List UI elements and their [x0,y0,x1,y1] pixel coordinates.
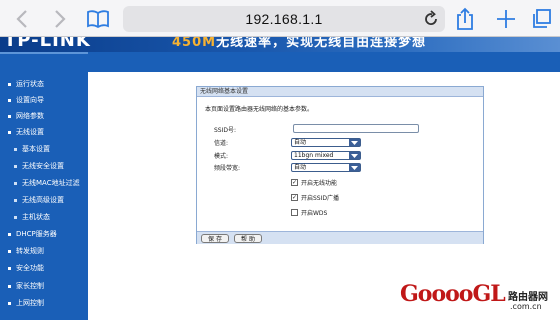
panel-title: 无线网络基本设置 [197,87,483,97]
sidebar-item-label: 安全功能 [16,264,44,272]
chevron-down-icon [349,164,360,171]
sidebar-item-label: 主机状态 [22,213,50,221]
sidebar-item-label: 无线高级设置 [22,196,64,204]
browser-toolbar: 192.168.1.1 [0,0,560,37]
chevron-down-icon [349,139,360,146]
chevron-down-icon [349,152,360,159]
share-button[interactable] [451,5,479,33]
sidebar-item-label: 转发规则 [16,247,44,255]
watermark-brand: GooooGL [400,281,506,307]
help-button[interactable]: 帮 助 [234,234,262,243]
forward-icon [55,10,66,28]
enable-wireless-checkbox[interactable]: ✓ [291,179,298,186]
sidebar-item-label: 无线安全设置 [22,162,64,170]
bookmarks-icon [87,10,109,29]
sidebar-item[interactable]: 基本设置 [14,141,50,157]
sidebar-item-label: 设置向导 [16,96,44,104]
enable-ssid-broadcast-row[interactable]: ✓ 开启SSID广播 [291,193,339,202]
enable-ssid-broadcast-label: 开启SSID广播 [301,195,340,202]
sidebar-nav: 运行状态设置向导网络参数无线设置基本设置无线安全设置无线MAC地址过滤 无线高级设… [0,52,88,320]
sidebar-item[interactable]: 运行状态 [8,76,44,92]
bullet-icon [8,114,11,118]
sidebar-item[interactable]: 家长控制 [8,278,44,294]
bullet-icon [14,181,17,185]
watermark-url: .com.cn [510,302,542,311]
screen: 192.168.1.1 TP-LINK 450M无线速率，实现无线自由连接梦想 … [0,0,560,320]
bullet-icon [8,82,11,86]
sidebar-item-label: 基本设置 [22,145,50,153]
forward-button[interactable] [46,5,74,33]
reload-icon [425,10,437,25]
bullet-icon [14,164,17,168]
bullet-icon [14,198,17,202]
enable-wireless-row[interactable]: ✓ 开启无线功能 [291,178,337,187]
sidebar-item[interactable]: 转发规则 [8,243,44,259]
bullet-icon [8,249,11,253]
watermark: GooooGL 路由器网 .com.cn [400,281,556,317]
channel-value: 自动 [294,139,307,146]
sidebar-item[interactable]: 上网控制 [8,295,44,311]
bandwidth-value: 自动 [294,164,307,171]
sidebar-item-label: DHCP服务器 [16,230,57,238]
panel-description: 本页面设置路由器无线网络的基本参数。 [205,106,314,113]
mode-value: 11bgn mixed [294,152,334,159]
bullet-icon [8,98,11,102]
back-icon [16,10,27,28]
tabs-icon [533,9,551,28]
sidebar-item[interactable]: 无线MAC地址过滤 [14,175,80,191]
sidebar-item[interactable]: DHCP服务器 [8,226,57,242]
bullet-icon [8,266,11,270]
bandwidth-select[interactable]: 自动 [291,163,361,172]
sidebar-item[interactable]: 主机状态 [14,209,50,225]
bullet-icon [8,130,11,134]
sidebar-item-label: 上网控制 [16,299,44,307]
share-icon [457,7,473,30]
sidebar-item[interactable]: 无线安全设置 [14,158,64,174]
enable-wireless-label: 开启无线功能 [301,180,338,187]
sidebar-item[interactable]: 安全功能 [8,260,44,276]
bandwidth-label: 频段带宽: [214,165,241,172]
tp-link-logo: TP-LINK [4,37,91,51]
sidebar-item-label: 家长控制 [16,282,44,290]
enable-wds-row[interactable]: 开启WDS [291,208,327,217]
save-button[interactable]: 保 存 [201,234,229,243]
sidebar-item-label: 无线MAC地址过滤 [22,179,80,187]
sidebar-item-label: 运行状态 [16,80,44,88]
mode-label: 模式: [214,153,229,160]
sidebar-item-label: 无线设置 [16,128,44,136]
tabs-button[interactable] [528,5,556,33]
watermark-side-text: 路由器网 [508,292,548,303]
sidebar-item[interactable]: 网络参数 [8,108,44,124]
ssid-input[interactable] [293,124,419,133]
reload-button[interactable] [423,10,439,32]
add-icon [497,10,515,28]
back-button[interactable] [8,5,36,33]
wireless-basic-settings-panel: 无线网络基本设置 本页面设置路由器无线网络的基本参数。 SSID号: 信道: 自… [196,86,484,244]
bookmarks-button[interactable] [84,5,112,33]
sidebar-item-label: 网络参数 [16,112,44,120]
bullet-icon [8,232,11,236]
bullet-icon [8,301,11,305]
bullet-icon [14,147,17,151]
enable-ssid-broadcast-checkbox[interactable]: ✓ [291,194,298,201]
panel-footer: 保 存 帮 助 [197,231,483,244]
ssid-label: SSID号: [214,127,237,134]
sidebar-item[interactable]: 无线高级设置 [14,192,64,208]
channel-select[interactable]: 自动 [291,138,361,147]
banner-slogan: 450M无线速率，实现无线自由连接梦想 [172,37,427,50]
sidebar-item[interactable]: 无线设置 [8,124,44,140]
bullet-icon [14,215,17,219]
router-banner: TP-LINK 450M无线速率，实现无线自由连接梦想 [0,37,560,52]
enable-wds-label: 开启WDS [301,210,328,217]
mode-select[interactable]: 11bgn mixed [291,151,361,160]
new-tab-button[interactable] [492,5,520,33]
enable-wds-checkbox[interactable] [291,209,298,216]
address-bar[interactable]: 192.168.1.1 [123,6,445,32]
sidebar-item[interactable]: 设置向导 [8,92,44,108]
channel-label: 信道: [214,140,229,147]
bullet-icon [8,284,11,288]
url-text: 192.168.1.1 [245,11,323,27]
